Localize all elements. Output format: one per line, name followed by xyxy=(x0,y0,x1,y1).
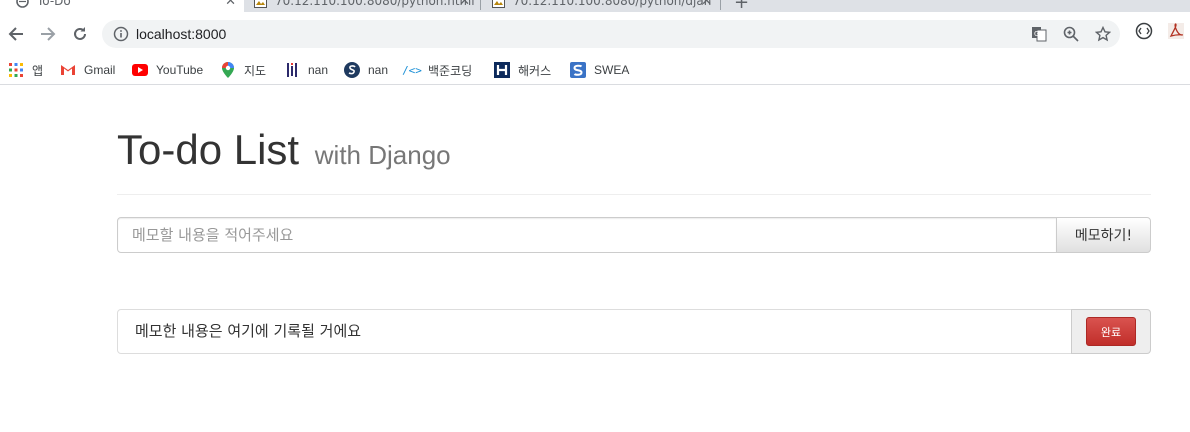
bookmark-label: SWEA xyxy=(594,63,630,77)
tab-python-django[interactable]: 70.12.110.100:8080/python/djan ✕ xyxy=(486,0,718,12)
bookmark-site-icon xyxy=(284,62,300,78)
arrow-left-icon xyxy=(8,27,23,41)
bookmark-maps[interactable]: 지도 xyxy=(220,61,266,79)
forward-button[interactable] xyxy=(36,22,60,46)
image-file-icon xyxy=(254,0,267,8)
bookmark-label: 앱 xyxy=(32,63,44,78)
svg-text:G: G xyxy=(1034,30,1039,38)
translate-icon[interactable]: G xyxy=(1031,26,1047,42)
bookmark-label: nan xyxy=(308,63,329,77)
todo-item: 메모한 내용은 여기에 기록될 거에요 완료 xyxy=(117,309,1151,354)
tab-title: 70.12.110.100:8080/python.html xyxy=(275,0,475,8)
close-tab-icon[interactable]: ✕ xyxy=(225,0,236,9)
tab-separator xyxy=(480,0,481,10)
site-info-icon[interactable] xyxy=(113,26,129,46)
youtube-icon xyxy=(132,62,148,78)
bookmark-gmail[interactable]: Gmail xyxy=(60,61,115,79)
reload-icon xyxy=(74,27,86,40)
code-brackets-icon: /<> xyxy=(402,63,422,77)
zoom-icon[interactable] xyxy=(1063,26,1079,42)
bookmark-s-icon xyxy=(344,62,360,78)
memo-input[interactable] xyxy=(117,217,1057,253)
maps-pin-icon xyxy=(220,62,236,78)
bookmark-label: 지도 xyxy=(244,63,267,78)
todo-actions: 완료 xyxy=(1071,309,1151,354)
bookmark-swea[interactable]: SWEA xyxy=(570,61,629,79)
back-button[interactable] xyxy=(4,22,28,46)
address-url[interactable]: localhost:8000 xyxy=(136,26,226,42)
tab-title: 70.12.110.100:8080/python/djan xyxy=(513,0,712,8)
hackers-h-icon xyxy=(494,62,510,78)
arrow-right-icon xyxy=(41,27,56,41)
address-bar[interactable]: localhost:8000 G xyxy=(102,20,1120,48)
tab-active[interactable]: To-Do ✕ xyxy=(0,0,244,12)
pdf-extension-icon[interactable] xyxy=(1167,22,1187,42)
title-divider xyxy=(117,194,1151,195)
page-subtitle: with Django xyxy=(314,140,451,170)
todo-text: 메모한 내용은 여기에 기록될 거에요 xyxy=(117,309,1072,354)
page-title-text: To-do List xyxy=(117,126,300,173)
bookmarks-bar: 앱 Gmail YouTube 지도 nan nan /<> 백준코딩 해커스 … xyxy=(0,56,1190,85)
bookmark-label: YouTube xyxy=(156,63,204,77)
tab-separator xyxy=(720,0,721,10)
close-tab-icon[interactable]: ✕ xyxy=(459,0,470,9)
close-tab-icon[interactable]: ✕ xyxy=(701,0,712,9)
bookmark-baekjoon[interactable]: /<> 백준코딩 xyxy=(402,61,473,79)
image-file-icon xyxy=(492,0,505,8)
reload-button[interactable] xyxy=(68,22,92,46)
bookmark-nan-2[interactable]: nan xyxy=(344,61,388,79)
apps-grid-icon xyxy=(8,62,24,78)
done-button[interactable]: 완료 xyxy=(1086,317,1136,346)
browser-toolbar: localhost:8000 G xyxy=(0,12,1190,56)
extension-icon[interactable] xyxy=(1135,22,1155,42)
bookmark-apps[interactable]: 앱 xyxy=(8,61,43,79)
tab-python-html[interactable]: 70.12.110.100:8080/python.html ✕ xyxy=(248,0,476,12)
gmail-icon xyxy=(60,62,76,78)
bookmark-hackers[interactable]: 해커스 xyxy=(494,61,551,79)
globe-icon xyxy=(16,0,29,8)
bookmark-label: 백준코딩 xyxy=(428,63,473,78)
bookmark-star-icon[interactable] xyxy=(1094,25,1112,42)
bookmark-nan-1[interactable]: nan xyxy=(284,61,328,79)
tab-title: To-Do xyxy=(37,0,71,8)
bookmark-label: 해커스 xyxy=(518,63,552,78)
memo-submit-button[interactable]: 메모하기! xyxy=(1056,217,1151,253)
new-tab-button[interactable]: + xyxy=(734,0,749,12)
swea-s-icon xyxy=(570,62,586,78)
tab-strip: To-Do ✕ 70.12.110.100:8080/python.html ✕… xyxy=(0,0,1190,12)
page-title: To-do List with Django xyxy=(117,124,451,181)
bookmark-label: Gmail xyxy=(84,63,116,77)
bookmark-label: nan xyxy=(368,63,389,77)
bookmark-youtube[interactable]: YouTube xyxy=(132,61,203,79)
